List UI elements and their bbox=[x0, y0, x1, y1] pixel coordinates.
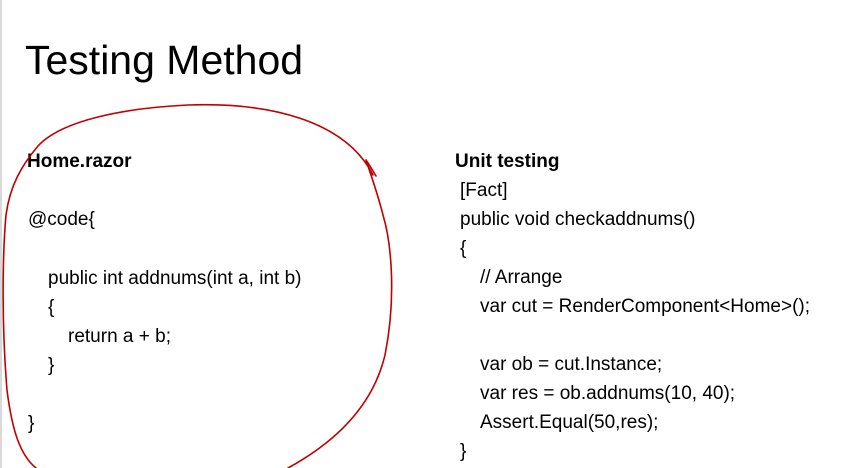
test-line-addnums-call: var res = ob.addnums(10, 40); bbox=[480, 383, 736, 404]
test-line-instance: var ob = cut.Instance; bbox=[480, 354, 663, 375]
unit-testing-heading: Unit testing bbox=[455, 151, 560, 172]
code-line-return: return a + b; bbox=[68, 326, 171, 347]
home-razor-heading: Home.razor bbox=[27, 151, 132, 172]
slide-title: Testing Method bbox=[25, 37, 304, 83]
test-line-close-brace: } bbox=[460, 441, 467, 462]
code-line-close-code: } bbox=[28, 413, 35, 434]
slide-left-border bbox=[0, 0, 2, 468]
test-line-assert-equal: Assert.Equal(50,res); bbox=[480, 412, 659, 433]
code-line-open-brace: { bbox=[48, 297, 55, 318]
code-line-close-brace: } bbox=[48, 355, 55, 376]
test-line-open-brace: { bbox=[460, 238, 467, 259]
test-line-fact-attribute: [Fact] bbox=[460, 180, 508, 201]
test-line-method-signature: public void checkaddnums() bbox=[460, 209, 696, 230]
code-line-method-signature: public int addnums(int a, int b) bbox=[48, 268, 302, 289]
test-line-render-component: var cut = RenderComponent<Home>(); bbox=[480, 296, 811, 317]
test-line-arrange-comment: // Arrange bbox=[480, 267, 563, 288]
code-line-open-code: @code{ bbox=[28, 209, 95, 230]
